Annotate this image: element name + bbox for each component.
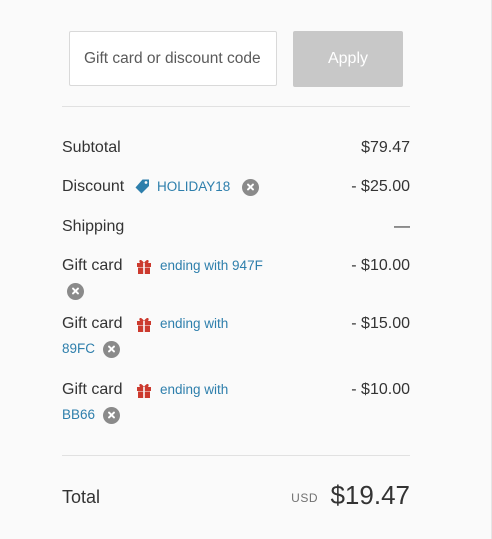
gift-card-code-suffix: BB66: [62, 407, 96, 422]
gift-card-code: ending with: [135, 379, 228, 401]
remove-gift-card-icon[interactable]: [103, 340, 121, 358]
subtotal-value: $79.47: [361, 139, 410, 156]
divider-bottom: [62, 455, 410, 456]
gift-card-remove-line: [62, 281, 84, 301]
apply-button[interactable]: Apply: [293, 31, 403, 87]
gift-icon: [135, 257, 153, 275]
gift-icon: [135, 315, 153, 333]
gift-card-second-line: 89FC: [62, 339, 121, 359]
gift-card-label: Gift card: [62, 381, 123, 398]
gift-card-value: - $15.00: [351, 315, 410, 332]
divider-top: [62, 106, 410, 107]
shipping-value: —: [394, 218, 410, 235]
discount-code-tag: HOLIDAY18: [133, 176, 260, 198]
gift-card-row: Gift card ending with 89FC - $15.00: [62, 313, 410, 359]
gift-card-code: ending with 947F: [135, 255, 263, 277]
gift-card-row: Gift card ending with BB66 - $10.00: [62, 379, 410, 425]
shipping-label: Shipping: [62, 218, 125, 235]
gift-card-text: ending with: [160, 382, 229, 397]
gift-card-code-suffix: 89FC: [62, 341, 96, 356]
gift-card-code: ending with: [135, 313, 228, 335]
discount-label: Discount: [62, 178, 125, 195]
gift-card-value: - $10.00: [351, 257, 410, 274]
discount-form: Apply: [69, 31, 403, 87]
tag-icon: [133, 178, 151, 196]
gift-card-row: Gift card ending with 947F - $10.00: [62, 255, 410, 301]
remove-discount-icon[interactable]: [242, 178, 260, 196]
gift-card-text: ending with 947F: [160, 258, 263, 273]
total-label: Total: [62, 487, 101, 507]
discount-code-input[interactable]: [69, 31, 277, 86]
gift-card-value: - $10.00: [351, 381, 410, 398]
discount-code-text: HOLIDAY18: [157, 179, 231, 194]
remove-gift-card-icon[interactable]: [103, 406, 121, 424]
subtotal-label: Subtotal: [62, 139, 121, 156]
gift-icon: [135, 381, 153, 399]
gift-card-label: Gift card: [62, 257, 123, 274]
total-currency: USD: [291, 491, 318, 505]
gift-card-text: ending with: [160, 316, 229, 331]
discount-value: - $25.00: [351, 178, 410, 195]
total-amount: $19.47: [330, 480, 410, 510]
gift-card-second-line: BB66: [62, 405, 121, 425]
remove-gift-card-icon[interactable]: [67, 282, 84, 300]
gift-card-label: Gift card: [62, 315, 123, 332]
